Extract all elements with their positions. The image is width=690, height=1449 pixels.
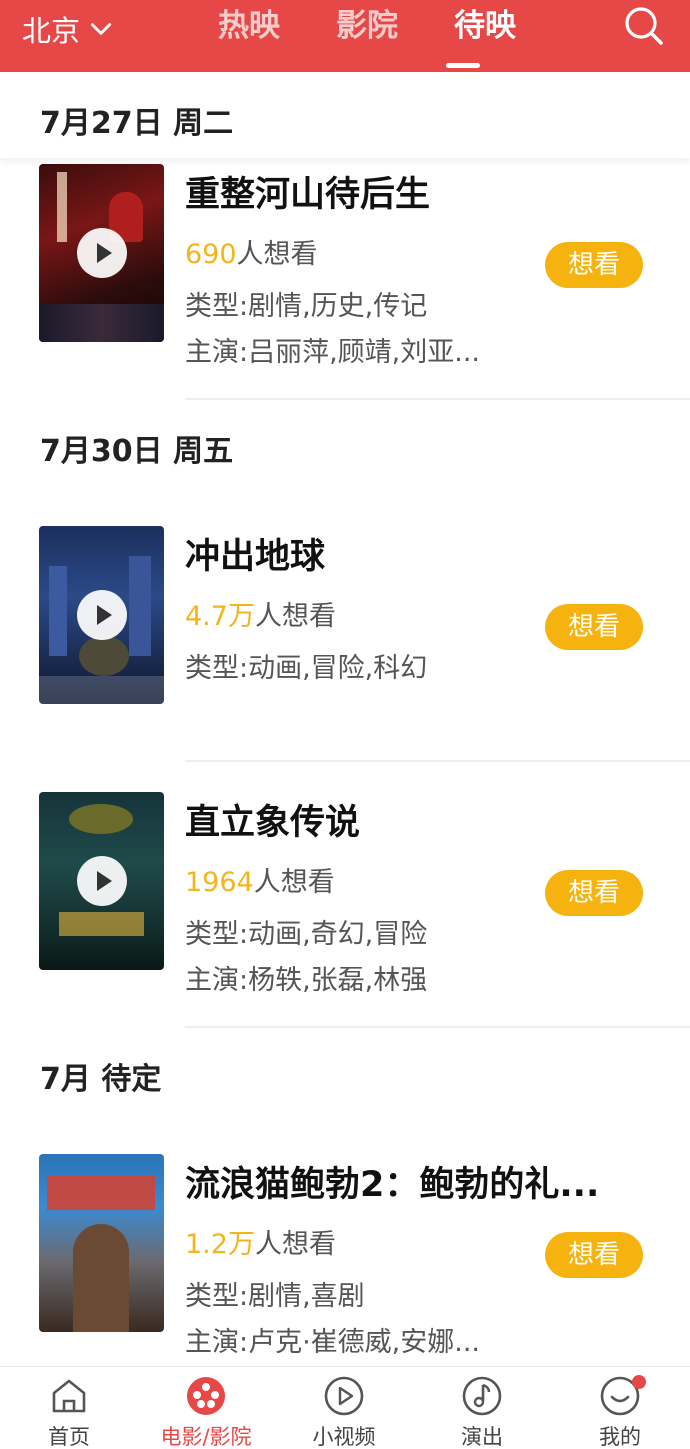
want-count-number: 690 [185, 239, 237, 270]
city-selector[interactable]: 北京 [22, 8, 114, 50]
play-icon[interactable] [77, 228, 127, 278]
nav-item-short-video[interactable]: 小视频 [284, 1373, 404, 1449]
movie-cast: 主演:吕丽萍,顾靖,刘亚... [185, 337, 481, 368]
want-to-see-button[interactable]: 想看 [545, 1232, 643, 1278]
date-heading: 7月27日 周二 [40, 106, 234, 141]
active-tab-indicator [446, 63, 480, 68]
tab-coming-soon[interactable]: 待映 [426, 4, 544, 48]
play-circle-icon [324, 1376, 364, 1416]
top-header: 北京 热映 影院 待映 [0, 0, 690, 72]
movie-poster[interactable] [39, 1154, 164, 1332]
divider [185, 760, 690, 762]
play-icon[interactable] [77, 590, 127, 640]
want-count: 690人想看 [185, 232, 318, 271]
want-count-suffix: 人想看 [254, 1229, 336, 1260]
want-count: 4.7万人想看 [185, 594, 336, 633]
nav-item-shows[interactable]: 演出 [422, 1373, 542, 1449]
movie-title[interactable]: 流浪猫鲍勃2：鲍勃的礼... [185, 1156, 599, 1207]
search-icon[interactable] [622, 4, 666, 48]
home-icon [52, 1379, 86, 1413]
movie-poster[interactable] [39, 526, 164, 704]
nav-label: 电影/影院 [160, 1425, 252, 1449]
notification-badge [632, 1375, 646, 1389]
want-count: 1964人想看 [185, 860, 335, 899]
nav-label: 小视频 [312, 1425, 376, 1449]
top-tabs: 热映 影院 待映 [190, 4, 544, 48]
movie-cast: 主演:杨轶,张磊,林强 [185, 965, 428, 996]
want-to-see-button[interactable]: 想看 [545, 870, 643, 916]
nav-item-home[interactable]: 首页 [9, 1373, 129, 1449]
movie-cast: 主演:卢克·崔德威,安娜... [185, 1327, 481, 1358]
tab-now-showing[interactable]: 热映 [190, 4, 308, 48]
play-icon[interactable] [77, 856, 127, 906]
movie-genre: 类型:动画,奇幻,冒险 [185, 919, 428, 950]
movie-title[interactable]: 重整河山待后生 [185, 166, 430, 217]
sticky-date-header: 7月27日 周二 [0, 72, 690, 158]
movie-poster[interactable] [39, 792, 164, 970]
want-count-suffix: 人想看 [236, 239, 318, 270]
movie-genre: 类型:剧情,历史,传记 [185, 291, 428, 322]
movie-title[interactable]: 直立象传说 [185, 794, 360, 845]
nav-item-movies[interactable]: 电影/影院 [146, 1373, 266, 1449]
nav-label: 首页 [48, 1425, 90, 1449]
want-to-see-button[interactable]: 想看 [545, 604, 643, 650]
date-heading: 7月 待定 [40, 1062, 162, 1097]
nav-label: 演出 [461, 1425, 503, 1449]
want-to-see-button[interactable]: 想看 [545, 242, 643, 288]
want-count-suffix: 人想看 [254, 601, 336, 632]
music-note-icon [462, 1376, 502, 1416]
divider [185, 398, 690, 400]
want-count-number: 1.2万 [185, 1229, 255, 1260]
city-label: 北京 [22, 14, 81, 48]
want-count: 1.2万人想看 [185, 1222, 336, 1261]
nav-item-profile[interactable]: 我的 [560, 1373, 680, 1449]
divider [185, 1026, 690, 1028]
chevron-down-icon [90, 23, 112, 35]
want-count-number: 1964 [185, 867, 254, 898]
want-count-suffix: 人想看 [253, 867, 335, 898]
bottom-nav: 首页 电影/影院 小视频 演出 我的 [0, 1366, 690, 1449]
movie-list: 重整河山待后生 690人想看 类型:剧情,历史,传记 主演:吕丽萍,顾靖,刘亚.… [0, 158, 690, 1366]
want-count-number: 4.7万 [185, 601, 255, 632]
date-heading: 7月30日 周五 [40, 434, 234, 469]
movie-genre: 类型:动画,冒险,科幻 [185, 653, 428, 684]
movie-genre: 类型:剧情,喜剧 [185, 1281, 365, 1312]
film-reel-icon [187, 1377, 225, 1415]
tab-cinemas[interactable]: 影院 [308, 4, 426, 48]
movie-poster[interactable] [39, 164, 164, 342]
movie-title[interactable]: 冲出地球 [185, 528, 325, 579]
nav-label: 我的 [599, 1425, 641, 1449]
